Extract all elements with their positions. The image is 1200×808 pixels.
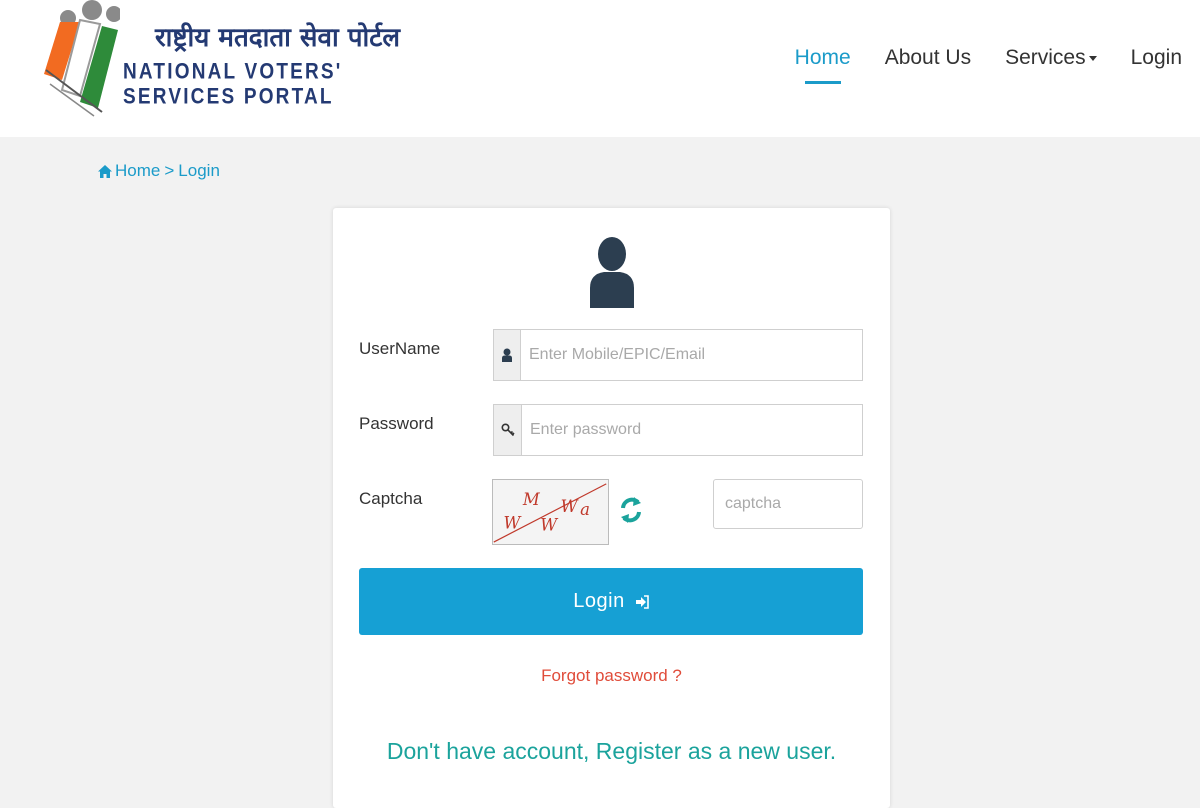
refresh-icon[interactable] — [619, 493, 643, 527]
captcha-image: W M W W a — [492, 479, 609, 545]
nav-services[interactable]: Services — [1005, 46, 1097, 82]
forgot-password-link[interactable]: Forgot password ? — [333, 666, 890, 686]
username-group — [493, 329, 863, 381]
nav-services-label: Services — [1005, 46, 1086, 69]
login-button-label: Login — [573, 590, 625, 612]
register-link[interactable]: Don't have account, Register as a new us… — [333, 738, 890, 765]
logo-hindi-title: राष्ट्रीय मतदाता सेवा पोर्टल — [155, 23, 400, 53]
username-input[interactable] — [521, 330, 862, 380]
breadcrumb: Home > Login — [98, 161, 220, 181]
nav-about-us[interactable]: About Us — [885, 46, 971, 82]
password-input[interactable] — [522, 405, 862, 455]
login-card: UserName Password Captcha W M W W a Logi… — [333, 208, 890, 808]
breadcrumb-separator: > — [164, 161, 175, 180]
user-addon-icon — [494, 330, 521, 380]
password-label: Password — [359, 414, 434, 433]
login-button[interactable]: Login — [359, 568, 863, 635]
captcha-label: Captcha — [359, 489, 423, 508]
username-label: UserName — [359, 339, 441, 358]
ballot-logo-icon — [44, 0, 120, 117]
site-header: राष्ट्रीय मतदाता सेवा पोर्टल NATIONAL VO… — [0, 0, 1200, 137]
captcha-char-2: M — [522, 490, 541, 509]
captcha-char-4: W — [561, 497, 580, 516]
user-icon — [590, 237, 634, 308]
sign-in-icon — [635, 594, 649, 609]
portal-logo[interactable]: राष्ट्रीय मतदाता सेवा पोर्टल NATIONAL VO… — [40, 0, 400, 118]
main-nav: Home About Us Services Login — [761, 46, 1182, 84]
logo-english-title: NATIONAL VOTERS' SERVICES PORTAL — [123, 60, 343, 110]
breadcrumb-current[interactable]: Login — [178, 161, 220, 181]
nav-login[interactable]: Login — [1131, 46, 1182, 82]
captcha-input[interactable] — [713, 479, 863, 529]
nav-home[interactable]: Home — [795, 46, 851, 84]
captcha-char-5: a — [580, 500, 590, 519]
password-group — [493, 404, 863, 456]
breadcrumb-home-link[interactable]: Home — [115, 161, 160, 181]
captcha-char-3: W — [540, 515, 559, 534]
key-icon — [494, 405, 522, 455]
captcha-char-1: W — [503, 513, 522, 532]
caret-down-icon — [1088, 55, 1097, 61]
home-icon — [98, 164, 112, 178]
